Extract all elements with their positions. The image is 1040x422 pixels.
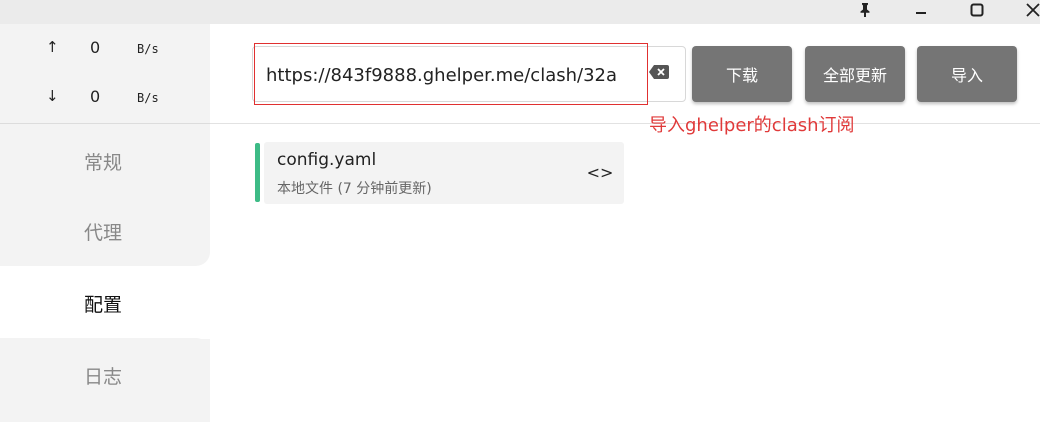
upload-speed-value: 0 <box>90 38 101 57</box>
code-edit-icon[interactable]: <> <box>587 160 614 184</box>
annotation-highlight-box <box>254 43 648 105</box>
download-speed-value: 0 <box>90 87 101 106</box>
sidebar-divider <box>0 123 210 124</box>
toolbar-divider <box>210 123 1040 124</box>
download-button[interactable]: 下载 <box>692 46 792 102</box>
profile-name: config.yaml <box>277 150 377 170</box>
update-all-button[interactable]: 全部更新 <box>805 46 905 102</box>
clear-input-icon[interactable] <box>648 63 670 81</box>
pin-icon[interactable] <box>850 0 880 20</box>
sidebar-item-label: 日志 <box>84 366 123 388</box>
profile-subtitle: 本地文件 (7 分钟前更新) <box>277 181 432 197</box>
annotation-text: 导入ghelper的clash订阅 <box>649 115 855 136</box>
maximize-icon[interactable] <box>962 0 992 20</box>
sidebar-item-label: 配置 <box>84 293 123 316</box>
upload-arrow-icon: ↑ <box>46 38 59 56</box>
profile-active-indicator <box>255 143 260 202</box>
import-button[interactable]: 导入 <box>917 46 1017 102</box>
sidebar-item-label: 代理 <box>84 221 123 244</box>
sidebar-item-log[interactable]: 日志 <box>0 338 210 422</box>
sidebar-item-label: 常规 <box>84 151 123 174</box>
upload-speed-unit: B/s <box>137 42 159 56</box>
download-speed-unit: B/s <box>137 91 159 105</box>
sidebar-item-config[interactable]: 配置 <box>0 267 210 339</box>
close-icon[interactable] <box>1018 0 1040 20</box>
minimize-icon[interactable] <box>906 0 936 20</box>
sidebar-item-proxy[interactable]: 代理 <box>0 196 210 266</box>
download-arrow-icon: ↓ <box>46 87 59 105</box>
traffic-panel: ↑ 0 B/s ↓ 0 B/s <box>0 24 210 124</box>
sidebar-item-general[interactable]: 常规 <box>0 126 210 196</box>
title-bar <box>0 0 1040 24</box>
upload-speed-row: ↑ 0 B/s <box>0 38 210 62</box>
download-speed-row: ↓ 0 B/s <box>0 87 210 111</box>
